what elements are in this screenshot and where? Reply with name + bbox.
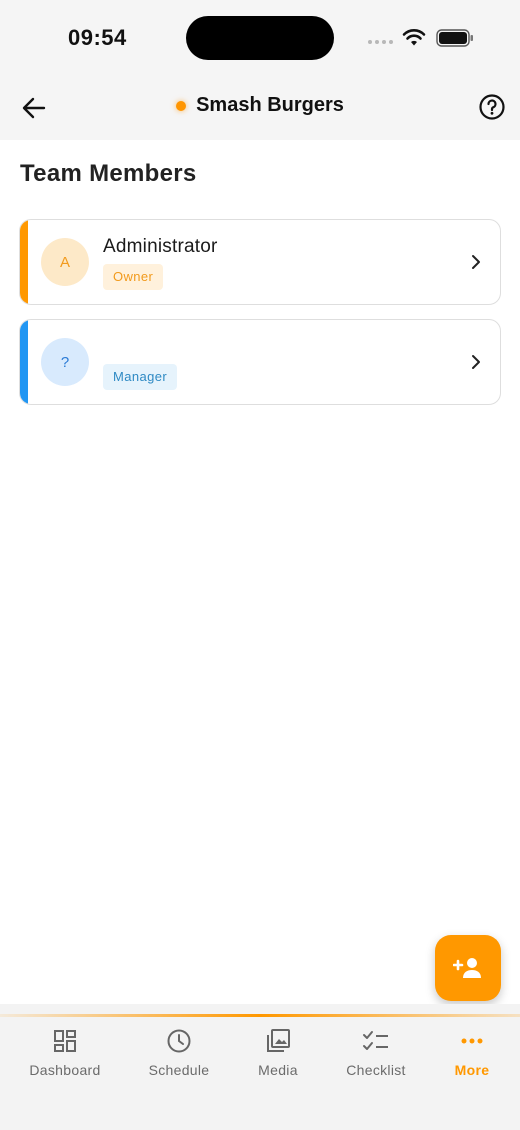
header-title-group: Smash Burgers (0, 94, 520, 117)
page-header-title: Smash Burgers (196, 94, 344, 116)
nav-accent-line (0, 1014, 520, 1017)
clock-icon (167, 1029, 191, 1053)
page-title: Team Members (20, 160, 197, 187)
team-members-screen: 09:54 Smash Burgers Team Members A Admin… (0, 0, 520, 1130)
cellular-signal-icon (368, 40, 393, 44)
card-accent-bar (20, 320, 28, 404)
bottom-nav: Dashboard Schedule Media Checklist More (0, 1004, 520, 1130)
nav-item-schedule[interactable]: Schedule (127, 1028, 231, 1078)
nav-label: Checklist (346, 1062, 406, 1078)
status-dot (176, 100, 187, 111)
add-member-button[interactable] (435, 935, 501, 1001)
chevron-right-icon (472, 355, 480, 369)
avatar-initial: ? (60, 353, 70, 371)
member-name: Administrator (103, 236, 218, 257)
status-time: 09:54 (68, 25, 127, 50)
nav-item-dashboard[interactable]: Dashboard (13, 1028, 117, 1078)
avatar-initial: A (59, 253, 70, 271)
nav-label: Media (258, 1062, 298, 1078)
avatar: A (41, 238, 89, 286)
more-icon (461, 1038, 483, 1044)
role-badge: Owner (103, 264, 164, 290)
nav-item-media[interactable]: Media (226, 1028, 330, 1078)
status-bar: 09:54 (0, 0, 520, 78)
dashboard-icon (54, 1030, 76, 1052)
nav-item-more[interactable]: More (420, 1028, 520, 1078)
member-card-administrator[interactable]: A Administrator Owner (19, 219, 501, 305)
nav-label: More (454, 1062, 490, 1078)
wifi-icon (402, 29, 426, 46)
avatar: ? (41, 338, 89, 386)
checklist-icon (363, 1031, 388, 1050)
dynamic-island (186, 16, 334, 60)
member-card-manager[interactable]: ? Manager (19, 319, 501, 405)
card-accent-bar (20, 220, 28, 304)
nav-label: Dashboard (29, 1062, 101, 1078)
battery-icon (436, 29, 473, 47)
role-badge: Manager (103, 364, 178, 390)
app-header: Smash Burgers (0, 78, 520, 140)
nav-item-checklist[interactable]: Checklist (324, 1028, 428, 1078)
chevron-right-icon (472, 255, 480, 269)
media-icon (267, 1029, 290, 1052)
help-icon[interactable] (478, 93, 506, 121)
person-add-icon (453, 958, 481, 978)
nav-label: Schedule (148, 1062, 210, 1078)
